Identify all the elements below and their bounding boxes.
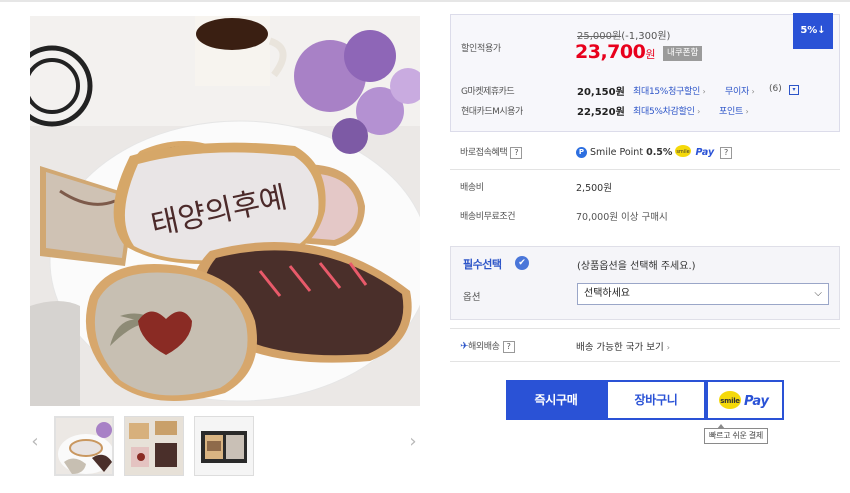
shipping-fee-row: 배송비 2,500원	[450, 180, 840, 194]
free-shipping-row: 배송비무료조건 70,000원 이상 구매시	[450, 209, 840, 223]
direct-benefit-row: 바로접속혜택? P Smile Point 0.5% smile Pay ?	[450, 142, 840, 162]
sale-price: 23,700원	[575, 41, 655, 63]
discount-price-label: 할인적용가	[461, 44, 501, 54]
svg-text:smile: smile	[677, 149, 690, 155]
gallery-thumbnail[interactable]	[194, 416, 254, 476]
interest-free-count: (6)	[769, 84, 782, 94]
card-name: G마켓제휴카드	[461, 87, 515, 97]
required-select-label: 필수선택	[463, 258, 502, 271]
price-box: 5%↓ 할인적용가 25,000원(-1,300원) 23,700원 내쿠폰함 …	[450, 13, 840, 132]
smile-point-rate: 0.5%	[646, 147, 673, 158]
top-divider	[0, 0, 850, 2]
gallery-next-arrow[interactable]: ›	[406, 432, 420, 452]
interest-free-link[interactable]: 무이자 ›	[725, 84, 755, 97]
original-price: 25,000원(-1,300원)	[577, 27, 670, 42]
card-amount: 22,520원	[577, 107, 625, 118]
shipping-fee-label: 배송비	[460, 183, 484, 193]
point-icon: P	[576, 147, 587, 158]
smile-word: smile	[720, 397, 740, 405]
chevron-down-icon[interactable]: ▾	[789, 85, 799, 95]
chevron-left-icon: ‹	[31, 431, 39, 452]
smile-point-info: P Smile Point 0.5% smile Pay ?	[576, 144, 733, 161]
chevron-right-icon: ›	[409, 431, 417, 452]
card-row-hyundai: 현대카드M시용가 22,520원 최대5%차감할인 › 포인트 ›	[451, 101, 839, 119]
question-icon[interactable]: ?	[502, 340, 515, 353]
option-select-value: 선택하세요	[584, 288, 630, 299]
shipping-fee-value: 2,500원	[576, 183, 612, 194]
smile-pay-label: Pay	[744, 394, 769, 409]
direct-benefit-label: 바로접속혜택?	[460, 145, 523, 159]
sale-price-value: 23,700	[575, 41, 646, 63]
divider	[450, 361, 840, 362]
card-benefit-link[interactable]: 최대15%청구할인 ›	[633, 84, 706, 97]
option-hint: (상품옵션을 선택해 주세요.)	[577, 261, 696, 272]
chevron-down-icon: ⌵	[814, 288, 822, 299]
option-select[interactable]: 선택하세요 ⌵	[577, 283, 829, 305]
add-to-cart-button[interactable]: 장바구니	[606, 380, 706, 420]
buy-now-button[interactable]: 즉시구매	[506, 380, 606, 420]
my-coupon-button[interactable]: 내쿠폰함	[663, 46, 703, 61]
free-shipping-value: 70,000원 이상 구매시	[576, 212, 668, 223]
card-amount: 20,150원	[577, 87, 625, 98]
gallery-thumbnail[interactable]	[54, 416, 114, 476]
divider	[450, 328, 840, 329]
check-circle-icon: ✔	[515, 256, 529, 270]
overseas-country-link[interactable]: 배송 가능한 국가 보기 ›	[576, 339, 670, 353]
smile-pay-logo: smile Pay	[719, 391, 770, 409]
gallery-thumbnail[interactable]	[124, 416, 184, 476]
airplane-icon: ✈	[460, 341, 468, 352]
smile-pay-text: Pay	[695, 147, 715, 158]
card-row-gmarket: G마켓제휴카드 20,150원 최대15%청구할인 › 무이자 › (6) ▾	[451, 81, 839, 99]
product-main-image[interactable]: 태양의후예	[30, 16, 420, 406]
card-benefit-link[interactable]: 최대5%차감할인 ›	[633, 104, 700, 117]
discount-badge: 5%↓	[793, 13, 833, 49]
gallery-prev-arrow[interactable]: ‹	[28, 432, 42, 452]
option-label: 옵션	[463, 292, 481, 303]
card-name: 현대카드M시용가	[461, 107, 523, 117]
option-box: 필수선택 ✔ (상품옵션을 선택해 주세요.) 옵션 선택하세요 ⌵	[450, 246, 840, 320]
overseas-shipping-row: ✈해외배송? 배송 가능한 국가 보기 ›	[450, 338, 840, 354]
smile-pay-button[interactable]: smile Pay	[706, 380, 784, 420]
sale-price-unit: 원	[645, 48, 655, 61]
smile-pay-tooltip: 빠르고 쉬운 결제	[704, 424, 768, 444]
overseas-label: ✈해외배송?	[460, 339, 515, 353]
question-icon[interactable]: ?	[510, 146, 523, 159]
free-shipping-label: 배송비무료조건	[460, 212, 516, 222]
question-icon[interactable]: ?	[720, 146, 733, 159]
divider	[450, 169, 840, 170]
point-link[interactable]: 포인트 ›	[719, 104, 749, 117]
